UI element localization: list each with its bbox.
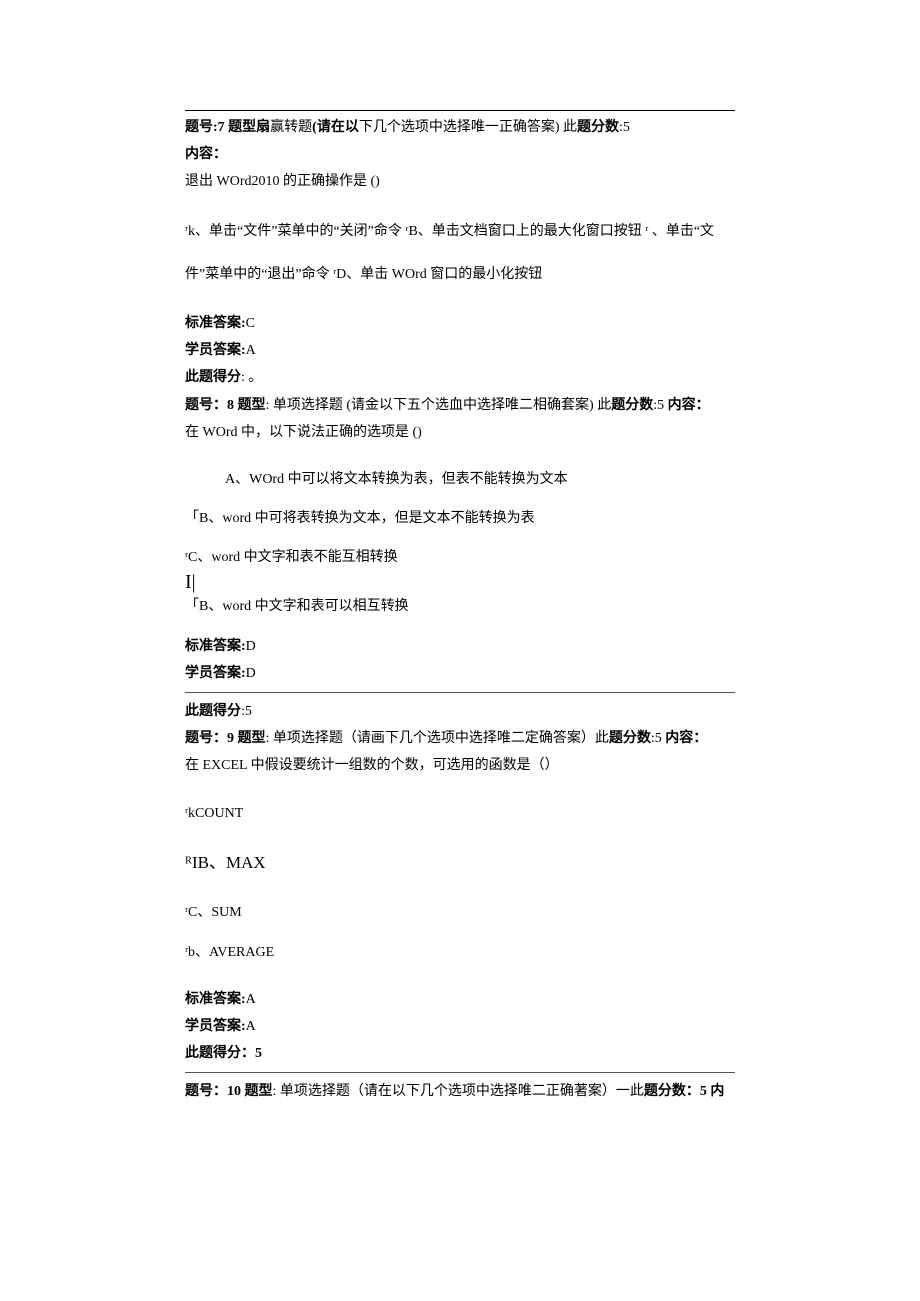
- q8-pts-val: :5: [241, 704, 252, 719]
- q9-student-answer: 学员答案:A: [185, 1014, 735, 1039]
- q7-header-mid: 赢转题: [270, 120, 312, 135]
- q7-stu-val: A: [246, 343, 256, 358]
- q9-option-a: ʳkCOUNT: [185, 801, 735, 826]
- q9-stu-label: 学员答案:: [185, 1019, 246, 1034]
- q7-student-answer: 学员答案:A: [185, 338, 735, 363]
- q8-score-mid: :5: [653, 398, 667, 413]
- divider-q8: [185, 692, 735, 693]
- q7-content-label: 内容：: [185, 142, 735, 167]
- q9-score-label: 题分数: [609, 731, 651, 746]
- q8-std-label: 标准答案:: [185, 639, 246, 654]
- q10-score-label: 题分数：5 内: [644, 1084, 725, 1099]
- q8-std-val: D: [246, 639, 256, 654]
- q7-standard-answer: 标准答案:C: [185, 311, 735, 336]
- q7-score-val: :5: [619, 120, 630, 135]
- q8-score-label: 题分数: [611, 398, 653, 413]
- divider-top: [185, 110, 735, 111]
- q8-standard-answer: 标准答案:D: [185, 634, 735, 659]
- q10-num-label: 题号：10 题型: [185, 1084, 273, 1099]
- q7-content-text: 退出 WOrd2010 的正确操作是 (): [185, 169, 735, 194]
- q7-header: 题号:7 题型扇赢转题(请在以下几个选项中选择唯一正确答案) 此题分数:5: [185, 115, 735, 140]
- q8-points: 此题得分:5: [185, 699, 735, 724]
- q8-stu-val: D: [246, 666, 256, 681]
- q7-header-paren: (请在以: [312, 120, 359, 135]
- q8-option-d: 「B、word 中文字和表可以相互转换: [185, 594, 735, 619]
- q9-type: : 单项选择题（请画下几个选项中选择唯二定确答案）此: [266, 731, 609, 746]
- q9-content-text: 在 EXCEL 中假设要统计一组数的个数，可选用的函数是（）: [185, 753, 735, 778]
- q9-std-val: A: [246, 992, 256, 1007]
- q9-score-mid: :5: [651, 731, 665, 746]
- q9-stu-val: A: [246, 1019, 256, 1034]
- q9-option-d: ʳb、AVERAGE: [185, 940, 735, 965]
- q7-header-pre: 题号:7 题型扇: [185, 120, 270, 135]
- document-page: 题号:7 题型扇赢转题(请在以下几个选项中选择唯一正确答案) 此题分数:5 内容…: [0, 0, 920, 1301]
- q9-content-label: 内容：: [665, 731, 707, 746]
- q7-options-line1: ʳk、单击“文件”菜单中的“关闭”命令 ʳB、单击文档窗口上的最大化窗口按钮 ʳ…: [185, 219, 735, 244]
- q7-pts-label: 此题得分: [185, 370, 241, 385]
- q7-points: 此题得分: 。: [185, 365, 735, 390]
- q7-score-label: 题分数: [577, 120, 619, 135]
- q9-num-label: 题号：9 题型: [185, 731, 266, 746]
- q7-header-tail: 下几个选项中选择唯一正确答案) 此: [359, 120, 577, 135]
- q8-content-text: 在 WOrd 中，以下说法正确的选项是 (): [185, 420, 735, 445]
- q8-type: : 单项选择题 (请金以下五个选血中选择唯二相确套案) 此: [266, 398, 612, 413]
- q9-std-label: 标准答案:: [185, 992, 246, 1007]
- q7-options-line2: 件”菜单中的“退出”命令 ʳD、单击 WOrd 窗口的最小化按钮: [185, 262, 735, 287]
- q7-stu-label: 学员答案:: [185, 343, 246, 358]
- q7-std-val: C: [246, 316, 255, 331]
- q8-student-answer: 学员答案:D: [185, 661, 735, 686]
- q8-pts-label: 此题得分: [185, 704, 241, 719]
- q8-option-a: A、WOrd 中可以将文本转换为表，但表不能转换为文本: [185, 467, 735, 492]
- q9-option-c: ʳC、SUM: [185, 900, 735, 925]
- q10-header: 题号：10 题型: 单项选择题（请在以下几个选项中选择唯二正确著案）一此题分数：…: [185, 1079, 735, 1104]
- q8-ib-mark: I|: [185, 572, 735, 592]
- q8-num-label: 题号：8 题型: [185, 398, 266, 413]
- q8-header: 题号：8 题型: 单项选择题 (请金以下五个选血中选择唯二相确套案) 此题分数:…: [185, 393, 735, 418]
- q8-option-b: 「B、word 中可将表转换为文本，但是文本不能转换为表: [185, 506, 735, 531]
- q9-header: 题号：9 题型: 单项选择题（请画下几个选项中选择唯二定确答案）此题分数:5 内…: [185, 726, 735, 751]
- q8-stu-label: 学员答案:: [185, 666, 246, 681]
- q8-content-label: 内容：: [668, 398, 710, 413]
- divider-q9: [185, 1072, 735, 1073]
- q9-option-b: ᴿIB、MAX: [185, 848, 735, 879]
- q9-standard-answer: 标准答案:A: [185, 987, 735, 1012]
- q8-option-c: ʳC、word 中文字和表不能互相转换: [185, 545, 735, 570]
- q7-pts-val: : 。: [241, 370, 262, 385]
- q9-points: 此题得分：5: [185, 1041, 735, 1066]
- q10-type: : 单项选择题（请在以下几个选项中选择唯二正确著案）一此: [273, 1084, 644, 1099]
- q7-std-label: 标准答案:: [185, 316, 246, 331]
